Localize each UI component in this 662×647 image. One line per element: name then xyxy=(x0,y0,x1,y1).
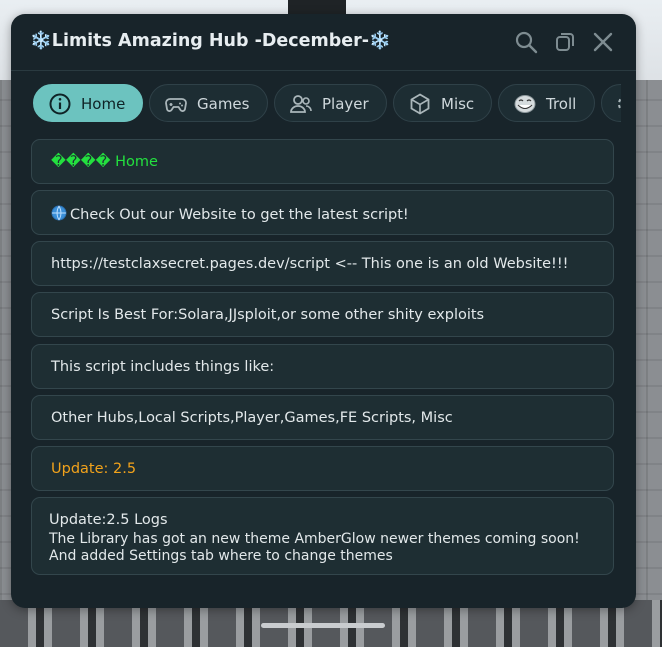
tab-player[interactable]: Player xyxy=(274,84,387,122)
tab-label: Games xyxy=(197,95,250,113)
tab-label: Home xyxy=(81,95,126,113)
tab-label: Player xyxy=(322,95,369,113)
website-notice: Check Out our Website to get the latest … xyxy=(31,190,614,235)
gamepad-icon xyxy=(164,92,188,116)
tab-troll[interactable]: Troll xyxy=(498,84,595,122)
update-version: Update: 2.5 xyxy=(31,446,614,491)
info-icon xyxy=(48,92,72,116)
home-indicator[interactable] xyxy=(261,623,385,628)
section-home: ���� Home xyxy=(31,139,614,184)
users-icon xyxy=(289,92,313,116)
trollface-icon xyxy=(513,92,537,116)
tab-label: Troll xyxy=(546,95,577,113)
tab-settings-partial[interactable] xyxy=(601,84,621,122)
globe-icon xyxy=(51,205,67,221)
row-text: https://testclaxsecret.pages.dev/script … xyxy=(51,256,569,272)
title-bar[interactable]: ❄️Limits Amazing Hub -December-❄️ xyxy=(11,14,636,71)
log-title: Update:2.5 Logs xyxy=(49,512,168,528)
features-list: Other Hubs,Local Scripts,Player,Games,FE… xyxy=(31,395,614,440)
row-text: This script includes things like: xyxy=(51,359,275,375)
website-link[interactable]: https://testclaxsecret.pages.dev/script … xyxy=(31,241,614,286)
log-body: The Library has got an new theme AmberGl… xyxy=(49,531,580,564)
row-text: ���� Home xyxy=(51,154,158,170)
row-text: Script Is Best For:Solara,JJsploit,or so… xyxy=(51,307,485,323)
tab-bar: Home Games Player Misc Troll xyxy=(33,84,621,124)
close-icon[interactable] xyxy=(591,30,615,54)
tab-label: Misc xyxy=(441,95,475,113)
includes-heading: This script includes things like: xyxy=(31,344,614,389)
website-notice-line: Check Out our Website to get the latest … xyxy=(51,205,409,223)
row-text: Other Hubs,Local Scripts,Player,Games,FE… xyxy=(51,410,453,426)
supported-exploits: Script Is Best For:Solara,JJsploit,or so… xyxy=(31,292,614,337)
tab-home[interactable]: Home xyxy=(33,84,143,122)
row-text: Check Out our Website to get the latest … xyxy=(70,207,409,223)
update-log: Update:2.5 Logs The Library has got an n… xyxy=(31,497,614,575)
window-title: ❄️Limits Amazing Hub -December-❄️ xyxy=(30,31,391,51)
cube-icon xyxy=(408,92,432,116)
row-text: Update: 2.5 xyxy=(51,461,137,477)
search-icon[interactable] xyxy=(514,30,538,54)
restore-icon[interactable] xyxy=(553,30,577,54)
gear-icon xyxy=(616,92,621,116)
tab-misc[interactable]: Misc xyxy=(393,84,492,122)
hub-window: ❄️Limits Amazing Hub -December-❄️ Home G… xyxy=(11,14,636,608)
tab-games[interactable]: Games xyxy=(149,84,268,122)
